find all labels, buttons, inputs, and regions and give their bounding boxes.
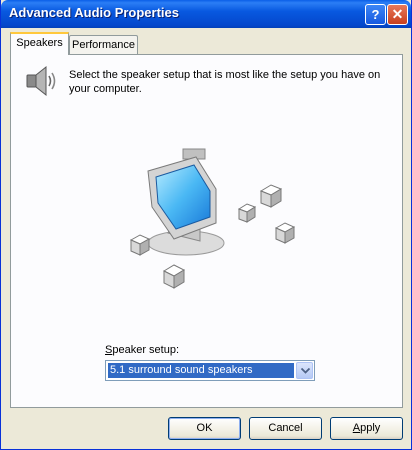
dialog-window: Advanced Audio Properties ? ✕ Speakers P…	[0, 0, 412, 450]
subwoofer-cube-icon	[162, 264, 186, 289]
dropdown-arrow-button[interactable]	[296, 362, 313, 379]
chevron-down-icon	[301, 368, 310, 374]
speaker-icon	[26, 65, 56, 97]
apply-button[interactable]: Apply	[330, 417, 403, 440]
speakers-panel: Select the speaker setup that is most li…	[10, 54, 403, 408]
speaker-cube-icon	[237, 203, 257, 223]
ok-button[interactable]: OK	[168, 417, 241, 440]
speaker-layout-illustration	[129, 148, 296, 289]
cancel-button[interactable]: Cancel	[249, 417, 322, 440]
title-bar[interactable]: Advanced Audio Properties ? ✕	[1, 0, 411, 28]
monitor-icon	[147, 148, 225, 256]
speaker-setup-dropdown[interactable]: 5.1 surround sound speakers	[105, 360, 315, 381]
tab-speakers[interactable]: Speakers	[10, 32, 69, 55]
apply-hotkey: A	[352, 422, 361, 434]
speaker-setup-label-text: peaker setup:	[112, 344, 179, 356]
speaker-setup-label: Speaker setup:	[105, 344, 179, 356]
tab-performance[interactable]: Performance	[69, 35, 138, 55]
speaker-cube-icon	[274, 222, 296, 244]
help-button[interactable]: ?	[365, 4, 386, 25]
close-button[interactable]: ✕	[387, 4, 408, 25]
window-title: Advanced Audio Properties	[9, 5, 179, 20]
speaker-cube-icon	[129, 234, 151, 256]
setup-description: Select the speaker setup that is most li…	[69, 69, 381, 95]
speaker-setup-selected-value: 5.1 surround sound speakers	[108, 363, 294, 378]
speaker-cube-icon	[259, 184, 283, 208]
apply-label: pply	[360, 422, 381, 434]
